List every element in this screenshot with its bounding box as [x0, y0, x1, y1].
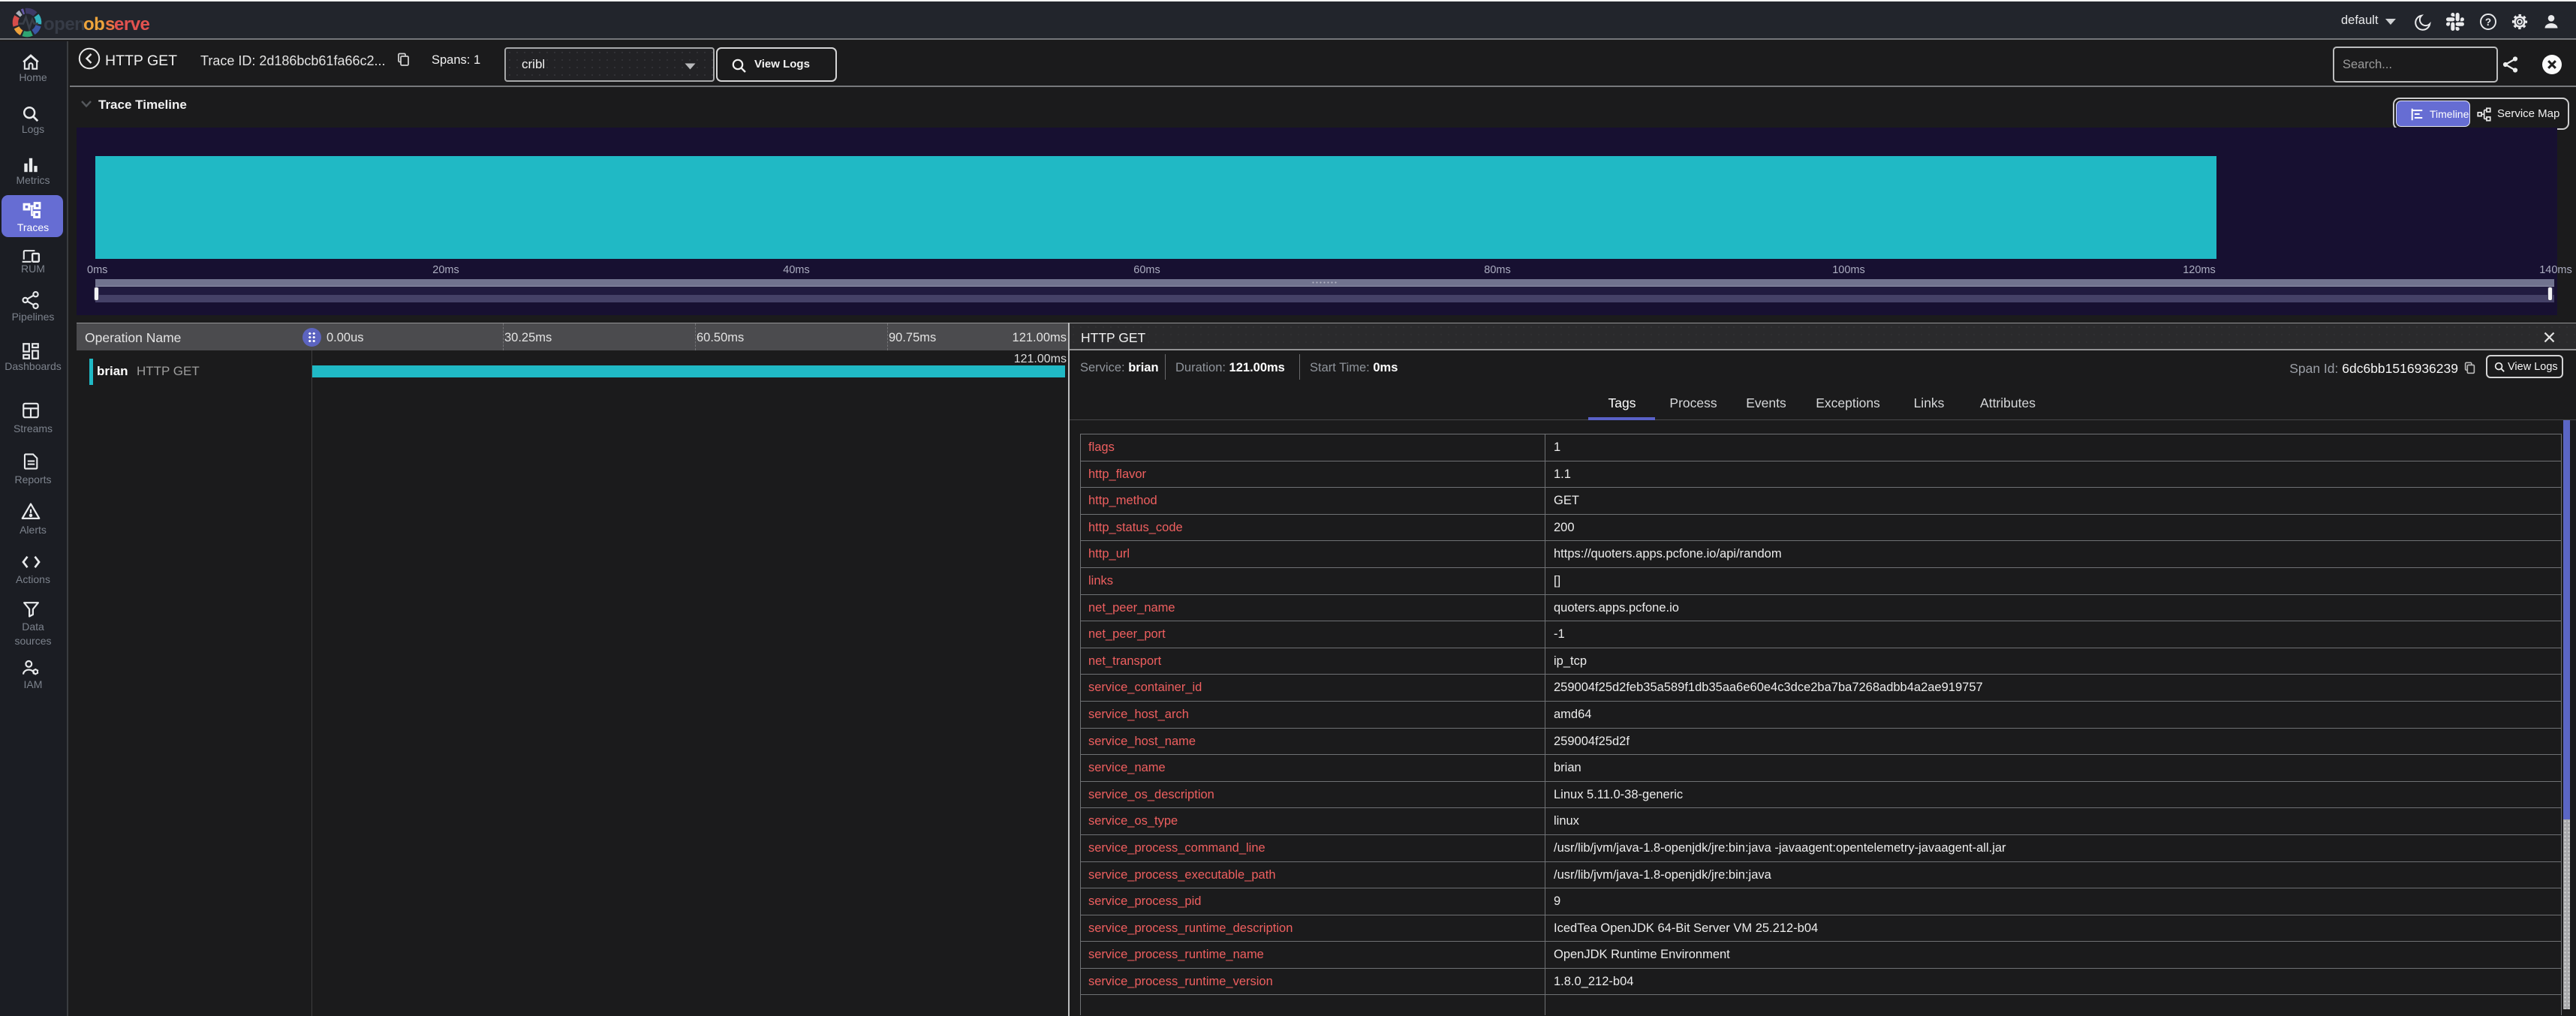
svg-text:erve: erve — [114, 14, 150, 35]
svg-text:?: ? — [2485, 17, 2491, 28]
svg-text:open: open — [44, 14, 85, 35]
svg-text:ob: ob — [83, 14, 104, 35]
